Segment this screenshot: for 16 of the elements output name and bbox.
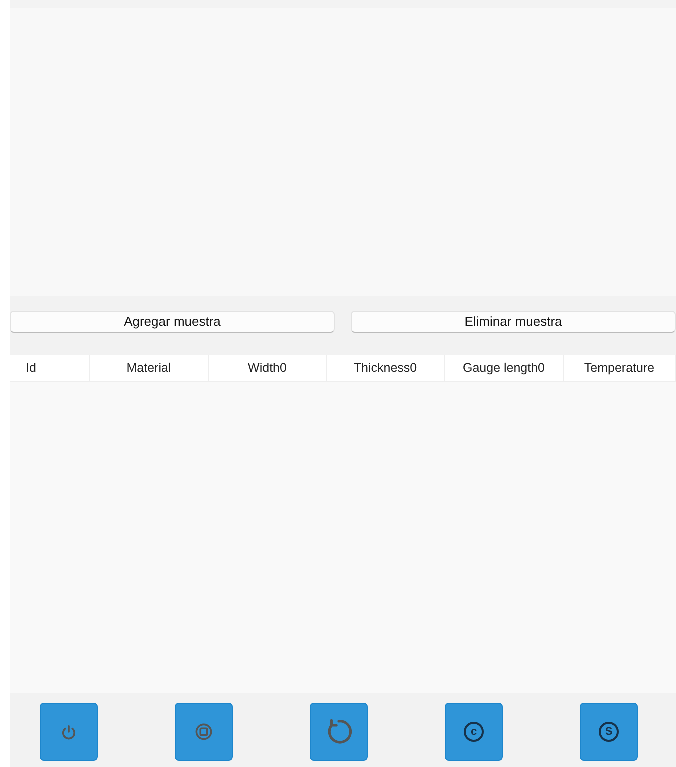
circled-letter-button[interactable]: S	[580, 703, 638, 761]
power-button[interactable]	[40, 703, 98, 761]
add-sample-button[interactable]: Agregar muestra	[10, 311, 335, 333]
refresh-button[interactable]	[310, 703, 368, 761]
column-header[interactable]: Material	[90, 355, 209, 381]
remove-sample-button[interactable]: Eliminar muestra	[351, 311, 676, 333]
power-icon	[60, 723, 78, 741]
circled-letter-button[interactable]: c	[445, 703, 503, 761]
column-header[interactable]: Thickness0	[327, 355, 445, 381]
column-header[interactable]: Width0	[209, 355, 327, 381]
column-header[interactable]: Gauge length0	[445, 355, 564, 381]
column-header[interactable]: Id	[10, 355, 90, 381]
refresh-icon	[326, 719, 352, 745]
column-header[interactable]: Temperature	[564, 355, 676, 381]
stop-icon	[195, 723, 213, 741]
stop-button[interactable]	[175, 703, 233, 761]
